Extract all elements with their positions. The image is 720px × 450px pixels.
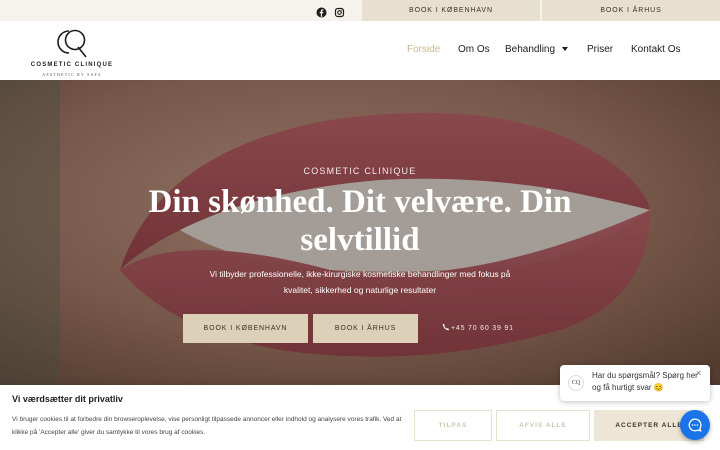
- cookie-customize-button[interactable]: TILPAS: [414, 410, 492, 441]
- hero-book-copenhagen-button[interactable]: BOOK I KØBENHAVN: [183, 314, 308, 343]
- top-bar: BOOK I KØBENHAVN BOOK I ÅRHUS: [0, 0, 720, 21]
- top-book-copenhagen-button[interactable]: BOOK I KØBENHAVN: [362, 0, 540, 21]
- close-icon[interactable]: ×: [696, 368, 701, 378]
- logo[interactable]: COSMETIC CLINIQUE AESTHETIC BY SAFA: [30, 26, 114, 78]
- facebook-icon[interactable]: [316, 5, 327, 18]
- cookie-reject-button[interactable]: AFVIS ALLE: [496, 410, 590, 441]
- hero-eyebrow: COSMETIC CLINIQUE: [303, 166, 417, 176]
- chat-prompt-bubble[interactable]: CQ Har du spørgsmål? Spørg her og få hur…: [560, 365, 710, 401]
- chat-launcher-button[interactable]: [680, 410, 710, 440]
- chat-avatar: CQ: [568, 375, 584, 391]
- cookie-title: Vi værdsætter dit privatliv: [12, 394, 123, 404]
- hero-book-aarhus-button[interactable]: BOOK I ÅRHUS: [313, 314, 418, 343]
- logo-brand: COSMETIC CLINIQUE: [30, 62, 114, 68]
- nav-behandling[interactable]: Behandling: [505, 44, 569, 55]
- nav-priser[interactable]: Priser: [587, 44, 613, 55]
- phone-link[interactable]: +45 70 60 39 91: [442, 323, 514, 332]
- nav-behandling-label: Behandling: [505, 44, 556, 55]
- chat-icon: [688, 418, 702, 432]
- phone-number: +45 70 60 39 91: [451, 325, 514, 332]
- site-header: COSMETIC CLINIQUE AESTHETIC BY SAFA Fors…: [0, 21, 720, 80]
- hero-section: COSMETIC CLINIQUE Din skønhed. Dit velvæ…: [0, 80, 720, 385]
- nav-om-os[interactable]: Om Os: [458, 44, 490, 55]
- caret-down-icon: [562, 47, 569, 51]
- phone-icon: [442, 323, 450, 331]
- hero-description: Vi tilbyder professionelle, ikke-kirurgi…: [209, 269, 511, 295]
- nav-kontakt-os[interactable]: Kontakt Os: [631, 44, 680, 55]
- instagram-icon[interactable]: [334, 5, 345, 18]
- hero-headline: Din skønhed. Dit velvære. Din selvtillid: [148, 184, 572, 258]
- top-book-aarhus-button[interactable]: BOOK I ÅRHUS: [542, 0, 720, 21]
- cookie-text: Vi bruger cookies til at forbedre din br…: [12, 416, 402, 436]
- logo-monogram-icon: [57, 29, 87, 58]
- chat-message: Har du spørgsmål? Spørg her og få hurtig…: [592, 371, 698, 392]
- logo-tagline: AESTHETIC BY SAFA: [42, 72, 102, 77]
- nav-forside[interactable]: Forside: [407, 44, 440, 55]
